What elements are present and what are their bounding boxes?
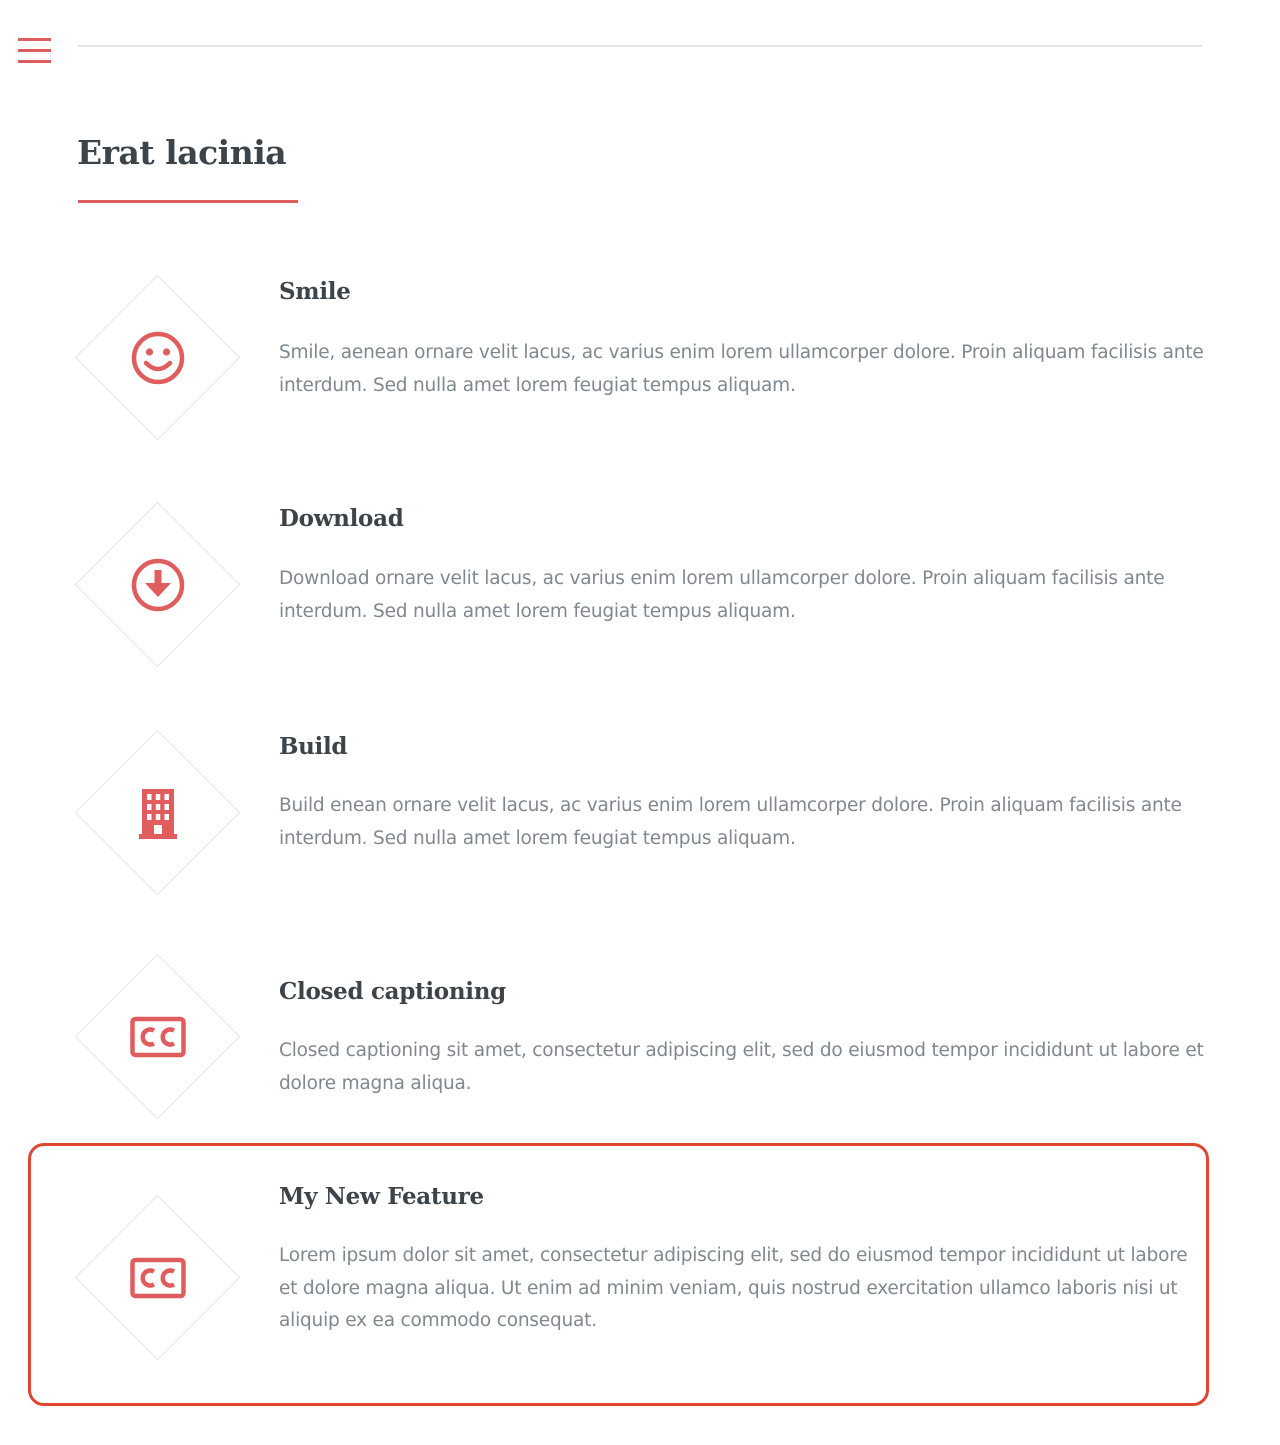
feature-title: Smile <box>279 278 351 305</box>
feature-icon-frame <box>74 953 242 1121</box>
feature-title: My New Feature <box>279 1183 484 1210</box>
feature-icon-frame <box>74 501 242 669</box>
feature-description: Closed captioning sit amet, consectetur … <box>279 1040 1204 1094</box>
feature-icon-frame <box>74 274 242 442</box>
closed-captioning-icon <box>130 1016 186 1058</box>
hamburger-icon <box>18 38 51 63</box>
building-icon <box>139 789 177 839</box>
feature-icon-frame <box>74 1194 242 1362</box>
header-divider <box>78 45 1202 47</box>
feature-description: Build enean ornare velit lacus, ac variu… <box>279 795 1182 849</box>
smile-icon <box>131 331 185 385</box>
feature-description: Lorem ipsum dolor sit amet, consectetur … <box>279 1245 1188 1331</box>
feature-title: Build <box>279 733 348 760</box>
feature-description: Smile, aenean ornare velit lacus, ac var… <box>279 342 1204 396</box>
feature-title: Closed captioning <box>279 978 506 1005</box>
title-underline <box>78 200 298 203</box>
feature-description: Download ornare velit lacus, ac varius e… <box>279 568 1165 622</box>
closed-captioning-icon <box>130 1257 186 1299</box>
feature-title: Download <box>279 505 404 532</box>
section-title: Erat lacinia <box>77 133 287 172</box>
menu-button[interactable] <box>17 36 53 68</box>
download-icon <box>131 558 185 612</box>
feature-icon-frame <box>74 729 242 897</box>
